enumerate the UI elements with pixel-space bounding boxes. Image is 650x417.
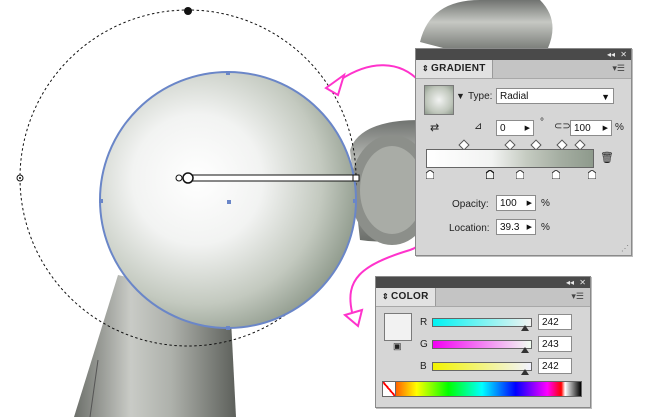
location-field[interactable]: 39.3 ▶: [496, 219, 536, 235]
aspect-ratio-icon: ⊂⊃: [554, 121, 571, 132]
panel-menu-icon[interactable]: ▾☰: [612, 63, 625, 74]
resize-grip-icon[interactable]: ⋰: [621, 245, 629, 253]
chevron-right-icon: ▶: [526, 224, 532, 231]
gradient-panel: ◂◂ ✕ ⇕ GRADIENT ▾☰ ▼ Type: Radial ▼ ⇄ ⊿ 0…: [415, 48, 632, 256]
angle-icon: ⊿: [474, 121, 483, 132]
panel-title: COLOR: [391, 291, 429, 302]
color-stop[interactable]: [426, 170, 434, 179]
chevron-down-icon[interactable]: ▼: [456, 91, 465, 101]
red-slider[interactable]: [432, 318, 532, 327]
collapse-icon[interactable]: ◂◂: [566, 277, 574, 288]
aspect-ratio-value: 100: [574, 123, 591, 134]
type-select-value: Radial: [500, 91, 529, 102]
location-value: 39.3: [500, 222, 520, 233]
green-slider[interactable]: [432, 340, 532, 349]
anchor-point[interactable]: [226, 71, 230, 75]
red-value: 242: [542, 317, 559, 328]
close-icon[interactable]: ✕: [579, 277, 586, 288]
aspect-ratio-field[interactable]: 100 ▶: [570, 120, 612, 136]
spectrum-bar[interactable]: [382, 381, 582, 397]
blue-slider[interactable]: [432, 362, 532, 371]
percent-symbol: %: [541, 198, 550, 209]
red-slider-thumb[interactable]: [521, 325, 529, 331]
color-stop[interactable]: [588, 170, 596, 179]
gradient-ramp[interactable]: [426, 149, 594, 168]
type-select[interactable]: Radial ▼: [496, 88, 614, 104]
anchor-point[interactable]: [353, 199, 357, 203]
percent-symbol: %: [541, 222, 550, 233]
center-point: [227, 200, 231, 204]
chevron-icon: ⇕: [382, 292, 390, 301]
color-stop[interactable]: [516, 170, 524, 179]
percent-symbol: %: [615, 122, 624, 133]
panel-title: GRADIENT: [431, 63, 486, 74]
blue-value: 242: [542, 361, 559, 372]
type-label: Type:: [468, 91, 493, 102]
tab-color[interactable]: ⇕ COLOR: [376, 288, 436, 306]
chevron-right-icon: ▶: [602, 125, 608, 132]
opacity-value: 100: [500, 198, 517, 209]
chevron-icon: ⇕: [422, 64, 430, 73]
tab-gradient[interactable]: ⇕ GRADIENT: [416, 60, 493, 78]
chevron-down-icon: ▼: [601, 92, 610, 102]
anchor-point[interactable]: [99, 199, 103, 203]
green-label: G: [420, 339, 428, 350]
color-stop[interactable]: [552, 170, 560, 179]
blue-slider-thumb[interactable]: [521, 369, 529, 375]
angle-field[interactable]: 0 ▶: [496, 120, 534, 136]
fill-color-swatch[interactable]: [384, 313, 412, 341]
degree-symbol: °: [540, 117, 544, 128]
panel-menu-icon[interactable]: ▾☰: [571, 291, 584, 302]
reverse-gradient-icon[interactable]: ⇄: [430, 121, 439, 134]
green-value: 243: [542, 339, 559, 350]
red-value-field[interactable]: 242: [538, 314, 572, 330]
chevron-right-icon: ▶: [526, 200, 532, 207]
gradient-annotator[interactable]: [175, 172, 360, 184]
opacity-label: Opacity:: [452, 199, 489, 210]
gradient-preview-swatch[interactable]: [424, 85, 454, 115]
blue-value-field[interactable]: 242: [538, 358, 572, 374]
close-icon[interactable]: ✕: [620, 49, 627, 60]
anchor-point[interactable]: [226, 326, 230, 330]
collapse-icon[interactable]: ◂◂: [607, 49, 615, 60]
blue-label: B: [420, 361, 427, 372]
delete-stop-icon[interactable]: 🗑: [600, 151, 614, 164]
extent-handle-top[interactable]: [184, 7, 192, 15]
angle-value: 0: [500, 123, 506, 134]
green-value-field[interactable]: 243: [538, 336, 572, 352]
location-label: Location:: [449, 223, 490, 234]
color-panel: ◂◂ ✕ ⇕ COLOR ▾☰ ▣ R 242 G 243 B 242: [375, 276, 591, 408]
opacity-field[interactable]: 100 ▶: [496, 195, 536, 211]
chevron-right-icon: ▶: [524, 125, 530, 132]
red-label: R: [420, 317, 428, 328]
stroke-swatch-icon[interactable]: ▣: [393, 341, 402, 352]
none-swatch[interactable]: [382, 381, 396, 397]
green-slider-thumb[interactable]: [521, 347, 530, 353]
color-stop-selected[interactable]: [486, 170, 494, 179]
